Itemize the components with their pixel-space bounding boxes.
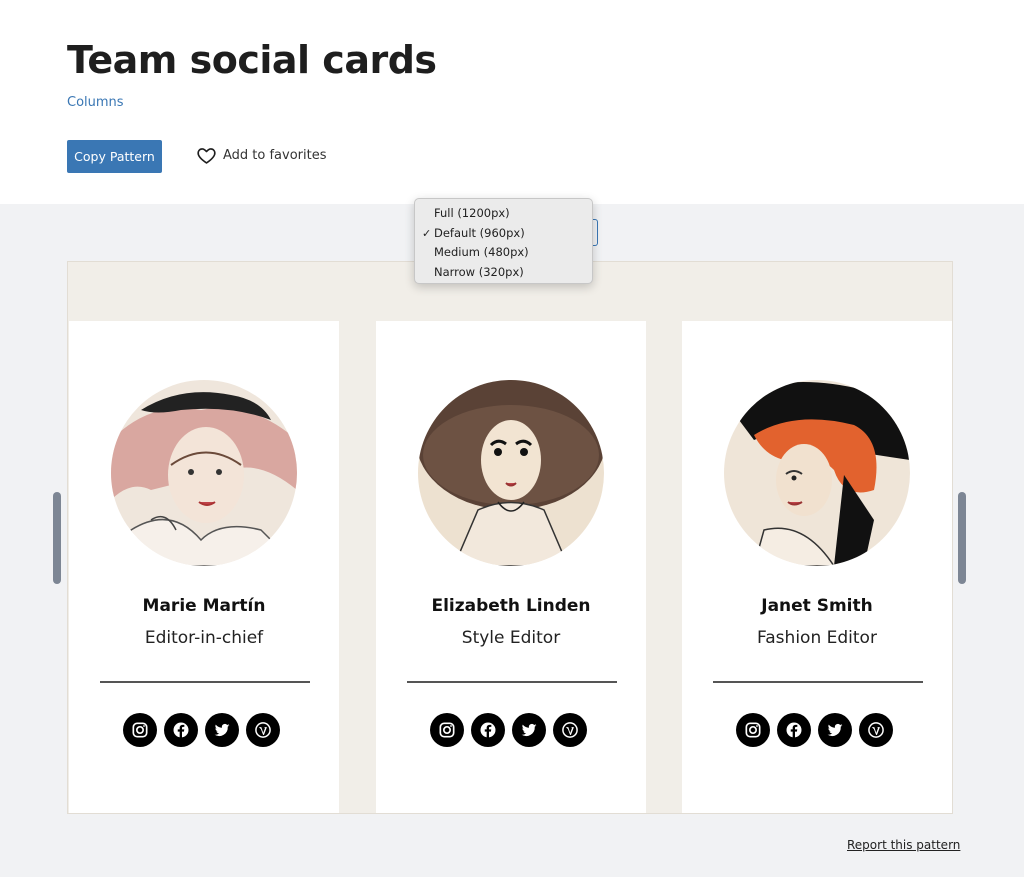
instagram-icon[interactable] <box>736 713 770 747</box>
facebook-icon[interactable] <box>164 713 198 747</box>
wordpress-icon[interactable] <box>246 713 280 747</box>
instagram-icon[interactable] <box>430 713 464 747</box>
team-card: Marie Martín Editor-in-chief <box>69 321 339 813</box>
wordpress-icon[interactable] <box>859 713 893 747</box>
member-role: Editor-in-chief <box>144 628 264 648</box>
social-links <box>430 713 590 748</box>
team-card: Elizabeth Linden Style Editor <box>376 321 646 813</box>
member-role: Fashion Editor <box>757 628 877 648</box>
team-card: Janet Smith Fashion Editor <box>682 321 952 813</box>
social-links <box>123 713 283 748</box>
menu-item-default[interactable]: ✓ Default (960px) <box>415 224 592 244</box>
resize-handle-left[interactable] <box>53 492 61 584</box>
checkmark-icon: ✓ <box>422 226 432 240</box>
menu-item-full[interactable]: Full (1200px) <box>415 204 592 224</box>
member-name: Janet Smith <box>761 596 873 616</box>
facebook-icon[interactable] <box>777 713 811 747</box>
copy-pattern-button[interactable]: Copy Pattern <box>67 140 162 173</box>
twitter-icon[interactable] <box>512 713 546 747</box>
avatar <box>418 380 604 566</box>
divider <box>407 681 617 683</box>
page-title: Team social cards <box>67 38 437 82</box>
resize-handle-right[interactable] <box>958 492 966 584</box>
social-links <box>736 713 896 748</box>
wordpress-icon[interactable] <box>553 713 587 747</box>
twitter-icon[interactable] <box>818 713 852 747</box>
member-role: Style Editor <box>461 628 561 648</box>
pattern-preview: Marie Martín Editor-in-chief Elizabeth L… <box>67 261 953 814</box>
member-name: Marie Martín <box>142 596 266 616</box>
instagram-icon[interactable] <box>123 713 157 747</box>
menu-item-medium[interactable]: Medium (480px) <box>415 243 592 263</box>
divider <box>713 681 923 683</box>
favorites-label: Add to favorites <box>223 148 327 163</box>
member-name: Elizabeth Linden <box>431 596 591 616</box>
avatar <box>111 380 297 566</box>
facebook-icon[interactable] <box>471 713 505 747</box>
add-to-favorites-button[interactable]: Add to favorites <box>196 145 327 166</box>
viewport-width-menu: Full (1200px) ✓ Default (960px) Medium (4… <box>414 198 593 284</box>
pattern-header: Team social cards Columns Copy Pattern A… <box>0 0 1024 204</box>
avatar <box>724 380 910 566</box>
report-pattern-link[interactable]: Report this pattern <box>847 838 960 852</box>
divider <box>100 681 310 683</box>
twitter-icon[interactable] <box>205 713 239 747</box>
heart-icon <box>197 148 216 164</box>
category-link[interactable]: Columns <box>67 95 124 110</box>
menu-item-narrow[interactable]: Narrow (320px) <box>415 263 592 283</box>
